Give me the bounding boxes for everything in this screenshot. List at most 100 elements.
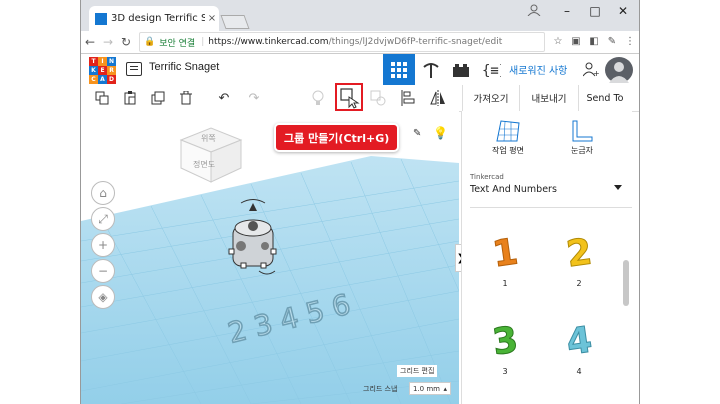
svg-text:2: 2 — [564, 231, 595, 271]
tab-strip: 3D design Terrific Snage × – □ ✕ — [81, 0, 639, 31]
zoom-out-icon[interactable]: − — [91, 259, 115, 283]
fit-view-icon[interactable]: ⤢ — [91, 207, 115, 231]
perspective-icon[interactable]: ◈ — [91, 285, 115, 309]
grid-snap-label: 그리드 스냅 — [363, 385, 398, 393]
paste-icon[interactable] — [121, 89, 139, 107]
app-header: T I N K E R C A D Terrific Snaget {≡} 새로… — [81, 54, 639, 86]
address-bar: ← → ↻ 🔒 보안 연결 | https://www.tinkercad.co… — [81, 31, 639, 54]
workplane-label: 작업 평면 — [492, 146, 524, 155]
group-button[interactable] — [335, 83, 363, 111]
tab-close-icon[interactable]: × — [205, 13, 219, 24]
grid-snap-select[interactable]: 1.0 mm ▴ — [409, 382, 451, 395]
ruler-label: 눈금자 — [570, 146, 594, 155]
lightbulb-icon[interactable] — [309, 89, 327, 107]
code-braces-icon: {≡} — [482, 63, 501, 79]
shape-label: 2 — [576, 279, 582, 288]
lightbulb-icon[interactable]: 💡 — [433, 126, 448, 140]
brick-icon — [453, 63, 469, 77]
grid-icon — [391, 61, 407, 78]
grid-edit-button[interactable]: 그리드 편집 — [397, 365, 438, 377]
shape-label: 4 — [576, 367, 582, 376]
minimize-button[interactable]: – — [553, 0, 581, 22]
shape-number-1[interactable]: 1 1 — [480, 231, 530, 291]
blocks-button[interactable] — [415, 54, 447, 85]
library-select[interactable]: Tinkercad Text And Numbers — [470, 169, 632, 208]
send-to-button[interactable]: Send To — [579, 89, 631, 107]
import-button[interactable]: 가져오기 — [463, 89, 519, 107]
view-cube-top-label: 위쪽 — [201, 134, 216, 143]
new-updates-link[interactable]: 새로워진 사항 — [509, 62, 567, 77]
browser-tab[interactable]: 3D design Terrific Snage × — [89, 6, 219, 31]
shape-label: 3 — [502, 367, 508, 376]
logo-letter: N — [107, 57, 116, 66]
back-icon[interactable]: ← — [81, 35, 99, 49]
duplicate-icon[interactable] — [149, 89, 167, 107]
avatar[interactable] — [605, 57, 633, 83]
notes-icon[interactable]: ✎ — [413, 128, 421, 139]
extension-icon[interactable]: ▣ — [569, 36, 583, 48]
redo-icon[interactable]: ↷ — [245, 89, 263, 107]
align-icon[interactable] — [399, 89, 417, 107]
tinkercad-logo[interactable]: T I N K E R C A D — [89, 57, 116, 84]
shape-number-4[interactable]: 4 4 — [554, 319, 604, 379]
panel-scrollbar[interactable] — [623, 260, 629, 306]
browser-menu-icon[interactable]: ⋮ — [623, 36, 637, 48]
logo-letter: I — [98, 57, 107, 66]
grid-snap-value: 1.0 mm — [413, 384, 440, 393]
tab-title: 3D design Terrific Snage — [111, 13, 205, 24]
svg-text:3: 3 — [490, 319, 521, 359]
url-field[interactable]: 🔒 보안 연결 | https://www.tinkercad.com/thin… — [139, 32, 545, 52]
home-view-icon[interactable]: ⌂ — [91, 181, 115, 205]
add-user-icon[interactable]: + — [582, 61, 600, 78]
view-cube-front-label: 정면도 — [193, 160, 216, 169]
shape-label: 1 — [502, 279, 508, 288]
trash-icon[interactable] — [177, 89, 195, 107]
export-button[interactable]: 내보내기 — [520, 89, 578, 107]
extension-icon[interactable]: ◧ — [587, 36, 601, 48]
reload-icon[interactable]: ↻ — [117, 35, 135, 49]
svg-text:1: 1 — [490, 231, 521, 271]
logo-letter: E — [98, 66, 107, 75]
profile-icon[interactable] — [527, 4, 545, 18]
forward-icon[interactable]: → — [99, 35, 117, 49]
group-tooltip: 그룹 만들기(Ctrl+G) — [274, 123, 400, 152]
workplane-button[interactable]: 작업 평면 — [478, 119, 538, 156]
extension-icon[interactable]: ✎ — [605, 36, 619, 48]
lock-icon: 🔒 — [144, 37, 156, 47]
grid-view-button[interactable] — [383, 54, 415, 85]
browser-window: 3D design Terrific Snage × – □ ✕ ← → ↻ 🔒… — [80, 0, 640, 404]
project-name[interactable]: Terrific Snaget — [149, 61, 219, 73]
url-path: /things/lJ2dvjwD6fP-terrific-snaget/edit — [328, 37, 503, 47]
design-menu-icon[interactable] — [126, 62, 142, 76]
logo-letter: T — [89, 57, 98, 66]
caret-down-icon — [614, 185, 622, 190]
maximize-button[interactable]: □ — [581, 0, 609, 22]
shape-number-3[interactable]: 3 3 — [480, 319, 530, 379]
group-icon — [340, 88, 360, 109]
library-source: Tinkercad — [470, 173, 504, 181]
logo-letter: D — [107, 75, 116, 84]
pickaxe-icon — [423, 62, 439, 78]
svg-text:{≡}: {≡} — [482, 63, 501, 79]
workplane-icon — [496, 120, 520, 142]
ruler-icon — [572, 120, 593, 142]
logo-letter: A — [98, 75, 107, 84]
logo-letter: K — [89, 66, 98, 75]
shape-number-2[interactable]: 2 2 — [554, 231, 604, 291]
mirror-icon[interactable] — [429, 89, 447, 107]
logo-letter: R — [107, 66, 116, 75]
copy-icon[interactable] — [93, 89, 111, 107]
new-tab-button[interactable] — [220, 15, 250, 29]
bookmark-star-icon[interactable]: ☆ — [551, 36, 565, 48]
undo-icon[interactable]: ↶ — [215, 89, 233, 107]
bricks-button[interactable] — [445, 54, 477, 85]
zoom-in-icon[interactable]: + — [91, 233, 115, 257]
codeblocks-button[interactable]: {≡} — [475, 54, 507, 85]
close-window-button[interactable]: ✕ — [609, 0, 637, 22]
library-name: Text And Numbers — [470, 184, 557, 195]
ungroup-icon[interactable] — [369, 89, 387, 107]
workplane-grid[interactable]: 2 3 4 5 6 — [81, 111, 459, 404]
workplane-canvas[interactable]: 2 3 4 5 6 위쪽 정면도 ⌂ ⤢ + − ◈ ✎ 💡 — [81, 111, 459, 404]
url-host: https://www.tinkercad.com — [208, 37, 329, 47]
ruler-button[interactable]: 눈금자 — [552, 119, 612, 156]
